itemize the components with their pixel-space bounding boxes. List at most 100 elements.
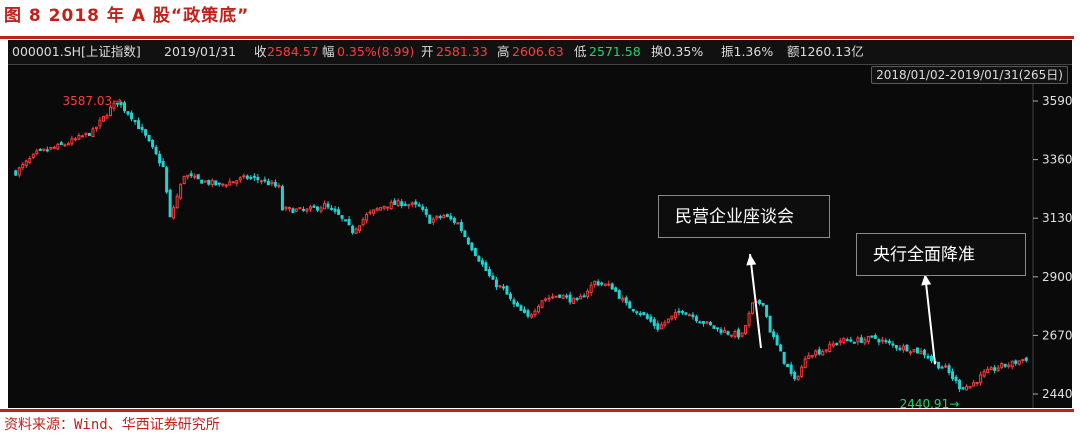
candle-body <box>698 321 702 324</box>
candle-body <box>607 283 611 286</box>
candle-body <box>526 310 530 317</box>
candle-body <box>84 132 88 136</box>
candle-body <box>287 207 291 210</box>
candle-body <box>456 222 460 225</box>
candle-body <box>852 341 856 344</box>
candle-body <box>614 287 618 292</box>
candle-body <box>814 350 818 356</box>
candle-body <box>452 217 456 223</box>
candle-body <box>449 215 453 220</box>
annotation-rrr-cut: 央行全面降准 <box>856 233 1026 276</box>
candle-body <box>140 126 144 130</box>
candle-body <box>438 216 442 219</box>
candle-body <box>147 135 151 142</box>
candle-body <box>193 175 197 178</box>
candle-body <box>758 299 762 305</box>
candle-body <box>663 322 667 326</box>
candle-body <box>824 349 828 352</box>
candle-body <box>214 180 218 186</box>
candle-body <box>389 201 393 210</box>
candle-body <box>435 215 439 219</box>
candle-body <box>537 306 541 313</box>
candle-body <box>905 344 909 352</box>
candle-body <box>786 363 790 368</box>
candle-body <box>280 186 284 211</box>
candle-body <box>880 339 884 342</box>
candle-body <box>926 355 930 359</box>
candle-body <box>530 314 534 318</box>
candle-body <box>200 179 204 184</box>
candle-body <box>930 355 934 362</box>
candle-body <box>501 286 505 289</box>
candle-body <box>1021 359 1025 362</box>
candle-body <box>912 349 916 352</box>
candle-body <box>972 382 976 387</box>
candle-body <box>554 295 558 298</box>
y-tick-label: 2900 <box>1042 270 1072 284</box>
candle-body <box>221 183 225 186</box>
candle-body <box>821 351 825 356</box>
candle-body <box>572 297 576 304</box>
candle-body <box>252 175 256 178</box>
candle-body <box>354 228 358 234</box>
candle-body <box>231 181 235 184</box>
candle-body <box>958 379 962 390</box>
candle-body <box>558 294 562 298</box>
candle-body <box>575 297 579 301</box>
candle-body <box>308 206 312 210</box>
candle-body <box>831 343 835 347</box>
candle-body <box>642 312 646 316</box>
candle-body <box>544 298 548 301</box>
candle-body <box>656 323 660 330</box>
candle-body <box>1007 364 1011 368</box>
candle-body <box>901 345 905 351</box>
candle-body <box>101 115 105 122</box>
candle-body <box>523 309 527 313</box>
candle-body <box>737 329 741 338</box>
candle-body <box>126 111 130 115</box>
candle-body <box>684 312 688 315</box>
candle-body <box>403 203 407 206</box>
chart-panel: 000001.SH[上证指数] 2019/01/31 收 2584.57 幅 0… <box>8 40 1072 408</box>
candle-body <box>1017 360 1021 365</box>
candle-body <box>161 160 165 168</box>
candle-body <box>719 329 723 334</box>
candle-body <box>1024 357 1028 361</box>
candle-body <box>996 367 1000 371</box>
candle-body <box>263 179 267 182</box>
max-price-label: 3587.03→ <box>63 94 123 108</box>
candle-body <box>979 374 983 383</box>
candle-body <box>407 204 411 207</box>
candle-body <box>494 279 498 288</box>
candle-body <box>477 256 481 262</box>
candle-body <box>765 304 769 317</box>
candle-body <box>677 310 681 313</box>
candle-body <box>291 208 295 214</box>
candle-body <box>256 176 260 181</box>
candle-body <box>347 218 351 226</box>
candle-body <box>540 300 544 308</box>
candle-body <box>224 184 228 187</box>
candle-body <box>712 325 716 329</box>
candle-body <box>301 208 305 211</box>
candle-body <box>884 340 888 343</box>
candle-body <box>77 134 81 140</box>
candle-body <box>515 302 519 307</box>
candle-body <box>52 146 56 149</box>
candle-body <box>80 135 84 138</box>
candle-body <box>414 201 418 205</box>
candle-body <box>168 189 172 218</box>
candle-body <box>968 386 972 389</box>
candle-body <box>1010 360 1014 368</box>
candle-body <box>673 312 677 319</box>
candle-body <box>986 368 990 374</box>
candle-body <box>238 177 242 181</box>
candle-body <box>73 138 77 141</box>
candle-body <box>631 308 635 312</box>
candle-body <box>922 349 926 356</box>
figure-title: 图 8 2018 年 A 股“政策底” <box>4 6 250 26</box>
candle-body <box>66 143 70 146</box>
candle-body <box>245 175 249 179</box>
candle-body <box>726 331 730 335</box>
candle-body <box>35 150 39 154</box>
